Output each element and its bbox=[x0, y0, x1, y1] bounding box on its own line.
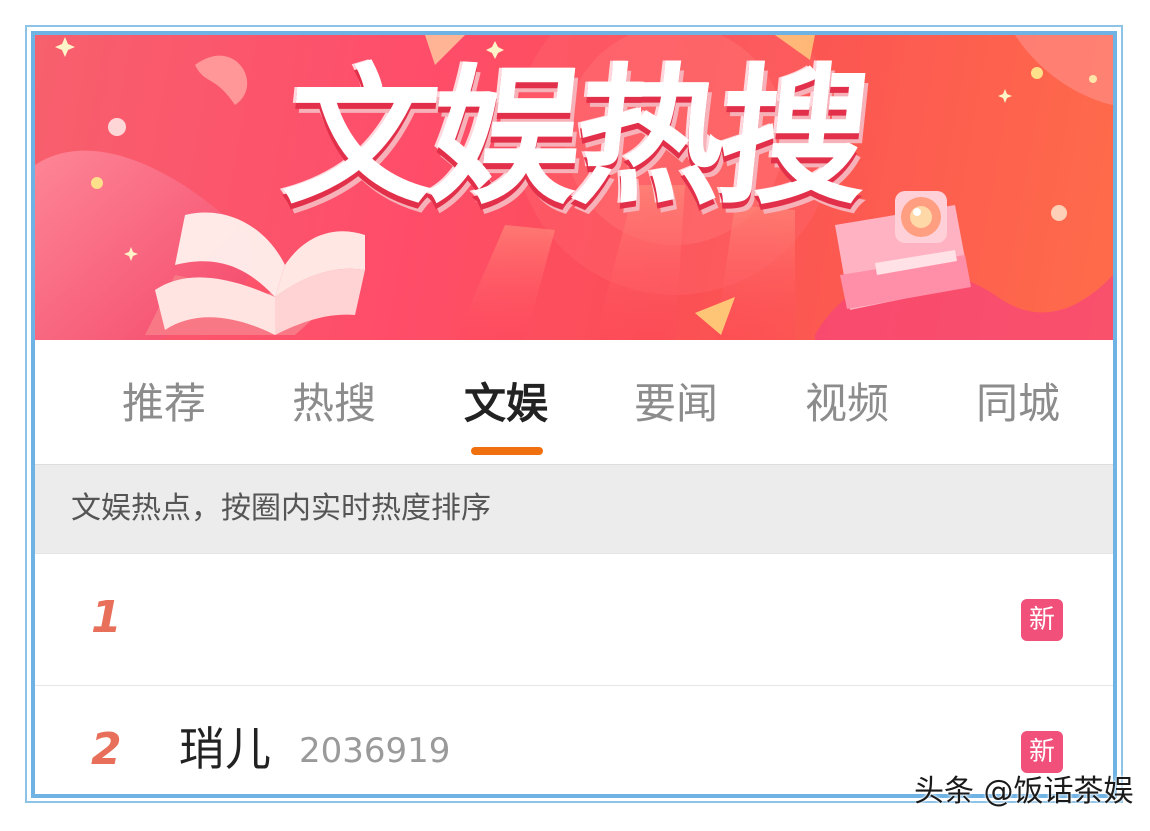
tab-entertainment[interactable]: 文娱 bbox=[451, 376, 561, 432]
banner-title: 文娱热搜 bbox=[277, 51, 873, 225]
item-title[interactable]: 琑儿 bbox=[179, 718, 271, 780]
rank-number: 1 bbox=[91, 592, 122, 643]
rank-number: 2 bbox=[91, 724, 122, 775]
banner: 文娱热搜 bbox=[35, 35, 1113, 340]
tab-news[interactable]: 要闻 bbox=[621, 376, 731, 432]
tab-bar: 推荐 热搜 文娱 要闻 视频 同城 bbox=[35, 340, 1113, 464]
list-item[interactable]: 1 新 bbox=[35, 554, 1113, 686]
watermark: 头条 @饭话茶娱 bbox=[914, 774, 1134, 809]
tab-local[interactable]: 同城 bbox=[963, 376, 1073, 432]
tab-video[interactable]: 视频 bbox=[792, 376, 902, 432]
active-tab-indicator bbox=[471, 447, 543, 455]
tab-hot-search[interactable]: 热搜 bbox=[279, 376, 389, 432]
info-bar: 文娱热点，按圈内实时热度排序 bbox=[35, 464, 1113, 554]
new-badge: 新 bbox=[1021, 731, 1063, 773]
info-text: 文娱热点，按圈内实时热度排序 bbox=[71, 491, 491, 526]
tab-recommend[interactable]: 推荐 bbox=[109, 376, 219, 432]
new-badge: 新 bbox=[1021, 599, 1063, 641]
heat-value: 2036919 bbox=[299, 731, 451, 771]
screenshot-frame: 文娱热搜 推荐 热搜 文娱 要闻 视频 同城 文娱热点，按圈内实时热度排序 1 … bbox=[31, 31, 1117, 798]
